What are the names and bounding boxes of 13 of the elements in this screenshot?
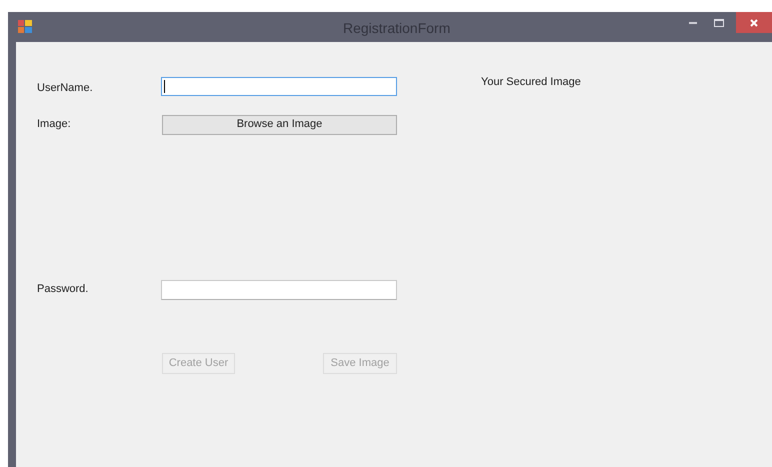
close-icon [750, 18, 758, 26]
username-field[interactable] [161, 77, 397, 96]
app-icon [18, 20, 32, 32]
field-label: UserName. [37, 81, 94, 96]
field-label: Image: [37, 116, 72, 132]
field-label: Password. [37, 282, 90, 296]
maximize-icon [714, 18, 724, 26]
browse-button[interactable]: Browse an Image [162, 114, 397, 134]
text-cursor [164, 80, 165, 93]
password-field[interactable] [161, 280, 397, 300]
preview-label: Your Secured Image [481, 75, 581, 90]
close-button[interactable] [736, 12, 772, 33]
minimize-icon [689, 22, 697, 24]
